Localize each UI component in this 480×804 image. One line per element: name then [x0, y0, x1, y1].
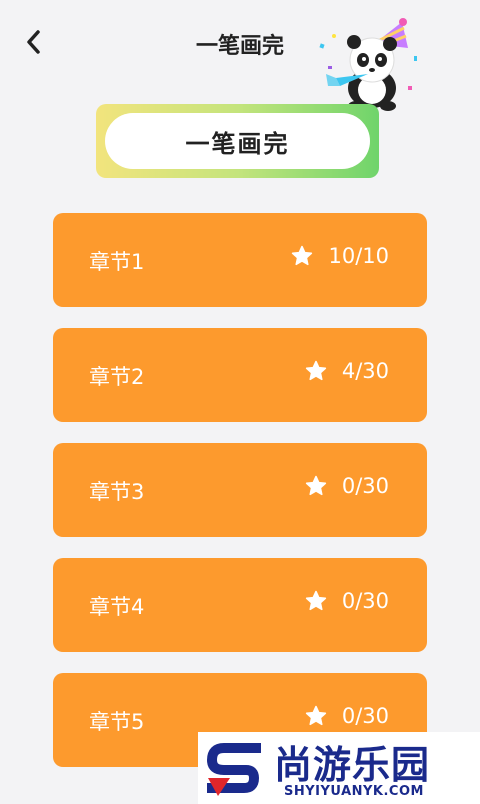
chapter-score: 4/30: [304, 359, 389, 383]
score-text: 10/10: [328, 244, 389, 268]
chapter-name: 章节2: [89, 365, 145, 389]
chapter-name: 章节4: [89, 595, 145, 619]
title-banner: 一笔画完: [96, 104, 379, 178]
score-text: 0/30: [341, 474, 389, 498]
score-text: 0/30: [341, 704, 389, 728]
chapter-card[interactable]: 章节2 4/30: [53, 328, 427, 422]
chapter-score: 0/30: [304, 474, 389, 498]
chapter-card[interactable]: 章节1 10/10: [53, 213, 427, 307]
top-bar: 一笔画完: [0, 0, 480, 111]
chapter-card[interactable]: 章节3 0/30: [53, 443, 427, 537]
chapter-score: 10/10: [290, 244, 389, 268]
chapter-score: 0/30: [304, 704, 389, 728]
star-icon: [305, 590, 326, 611]
star-icon: [305, 705, 326, 726]
watermark-s-icon: [206, 743, 261, 796]
chapter-name: 章节5: [89, 710, 145, 734]
star-icon: [292, 245, 313, 266]
score-text: 4/30: [341, 359, 389, 383]
watermark-text-en: SHYIYUANYK.COM: [284, 784, 424, 799]
star-icon: [305, 360, 326, 381]
watermark-text-cn: 尚游乐园: [274, 743, 431, 787]
chapter-list: 章节1 10/10 章节2 4/30 章节3 0/30 章节4 0/30 章节5…: [53, 213, 427, 788]
chapter-name: 章节3: [89, 480, 145, 504]
watermark-logo: 尚游乐园 SHYIYUANYK.COM: [198, 732, 480, 804]
chapter-card[interactable]: 章节4 0/30: [53, 558, 427, 652]
banner-title: 一笔画完: [105, 113, 370, 169]
chapter-score: 0/30: [304, 589, 389, 613]
star-icon: [305, 475, 326, 496]
panda-mascot-icon: [319, 18, 417, 111]
score-text: 0/30: [341, 589, 389, 613]
chapter-name: 章节1: [89, 250, 145, 274]
